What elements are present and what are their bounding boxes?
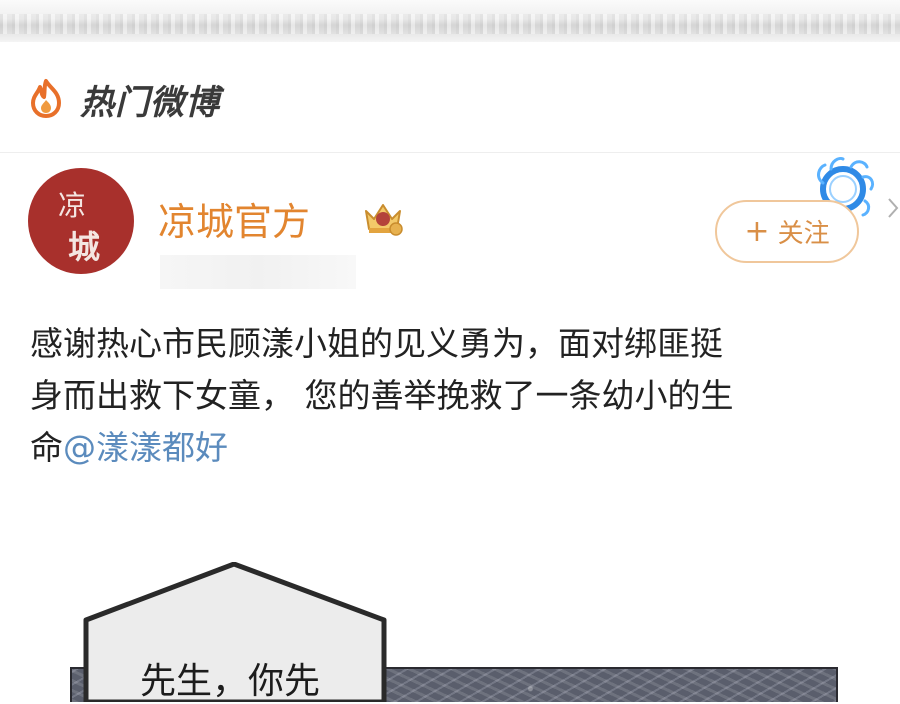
hot-weibo-header: 热门微博 xyxy=(0,42,900,153)
post-text-line-2: 身而出救下女童， 您的善举挽救了一条幼小的生 xyxy=(30,376,734,415)
avatar-char-1: 凉 xyxy=(58,189,87,222)
post-text-line-3-prefix: 命 xyxy=(30,428,63,467)
account-name[interactable]: 凉城官方 xyxy=(158,191,310,246)
crown-badge-icon xyxy=(365,204,403,236)
follow-button-label: 关注 xyxy=(777,219,830,249)
flame-icon xyxy=(31,79,61,118)
avatar[interactable]: 凉 城 xyxy=(28,168,134,274)
page-title: 热门微博 xyxy=(80,83,220,123)
mention-link[interactable]: @漾漾都好 xyxy=(63,428,228,467)
post-text-line-3: 命@漾漾都好 xyxy=(30,422,790,474)
post-body: 感谢热心市民顾漾小姐的见义勇为，面对绑匪挺 身而出救下女童， 您的善举挽救了一条… xyxy=(30,318,790,474)
chevron-right-icon[interactable] xyxy=(886,196,900,220)
speech-bubble-text: 先生，你先 xyxy=(140,661,321,702)
plus-icon: + xyxy=(744,214,770,249)
follow-button[interactable]: + 关注 xyxy=(715,200,859,263)
post-text-line-1: 感谢热心市民顾漾小姐的见义勇为，面对绑匪挺 xyxy=(30,324,723,363)
top-strip xyxy=(0,0,900,42)
avatar-char-2: 城 xyxy=(68,228,101,266)
post-meta-blurred xyxy=(160,255,356,289)
